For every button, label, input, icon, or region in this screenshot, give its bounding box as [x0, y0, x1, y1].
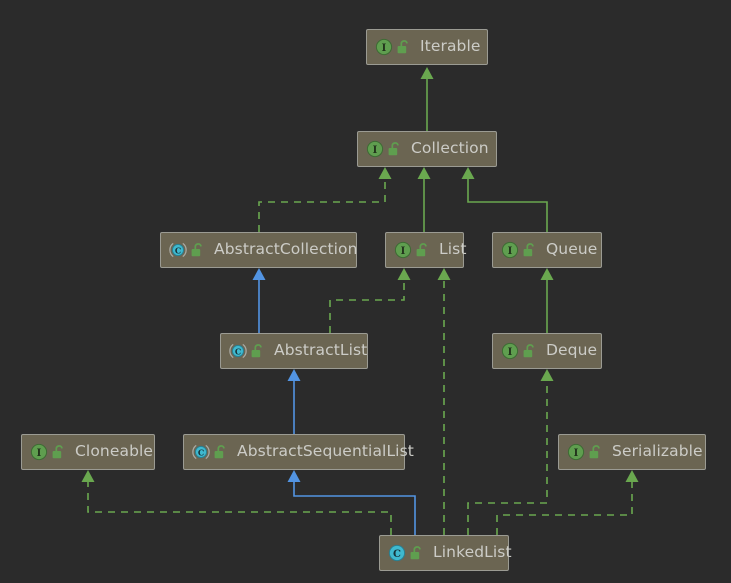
unlocked-padlock-icon	[250, 343, 265, 359]
node-queue[interactable]: I Queue	[492, 232, 602, 268]
svg-text:I: I	[37, 448, 42, 459]
arrowhead-list-collection	[417, 167, 431, 179]
svg-text:I: I	[401, 246, 406, 257]
arrowhead-linkedlist-list	[437, 268, 451, 280]
arrowhead-collection-iterable	[420, 67, 434, 79]
node-abstractsequentiallist[interactable]: C AbstractSequentialList	[183, 434, 414, 470]
arrowhead-deque-queue	[540, 268, 554, 280]
interface-icon: I	[366, 140, 384, 158]
arrowhead-linkedlist-serializable	[625, 470, 639, 482]
edge-abstractcollection-collection	[258, 179, 386, 232]
interface-icon: I	[567, 443, 585, 461]
unlocked-padlock-icon	[396, 39, 411, 55]
svg-text:I: I	[382, 43, 387, 54]
node-label: AbstractSequentialList	[237, 442, 414, 461]
arrowhead-asl-abstractlist	[287, 369, 301, 381]
arrowhead-abstractlist-abstractcollection	[252, 268, 266, 280]
interface-icon: I	[375, 38, 393, 56]
unlocked-padlock-icon	[387, 141, 402, 157]
node-collection[interactable]: I Collection	[357, 131, 497, 167]
node-label: Queue	[546, 240, 598, 259]
node-label: Collection	[411, 139, 489, 158]
svg-text:C: C	[393, 549, 401, 560]
node-iterable[interactable]: I Iterable	[366, 29, 488, 65]
unlocked-padlock-icon	[522, 242, 537, 258]
arrowhead-linkedlist-deque	[540, 369, 554, 381]
uml-diagram-canvas[interactable]: I Iterable I Collection C AbstractCollection I…	[0, 0, 731, 583]
node-abstractcollection[interactable]: C AbstractCollection	[160, 232, 357, 268]
unlocked-padlock-icon	[213, 444, 228, 460]
svg-text:C: C	[175, 246, 181, 256]
node-list[interactable]: I List	[385, 232, 467, 268]
class-icon: C	[388, 544, 406, 562]
arrowhead-linkedlist-cloneable	[81, 470, 95, 482]
node-label: Serializable	[612, 442, 703, 461]
unlocked-padlock-icon	[415, 242, 430, 258]
interface-icon: I	[501, 241, 519, 259]
unlocked-padlock-icon	[409, 545, 424, 561]
abstract-class-icon: C	[229, 342, 247, 360]
svg-text:C: C	[198, 448, 204, 458]
node-cloneable[interactable]: I Cloneable	[21, 434, 155, 470]
interface-icon: I	[30, 443, 48, 461]
edge-linkedlist-asl	[293, 482, 416, 535]
node-label: Deque	[546, 341, 598, 360]
abstract-class-icon: C	[169, 241, 187, 259]
node-label: Cloneable	[75, 442, 154, 461]
node-label: AbstractList	[274, 341, 368, 360]
unlocked-padlock-icon	[51, 444, 66, 460]
svg-text:C: C	[235, 347, 241, 357]
arrowhead-linkedlist-asl	[287, 470, 301, 482]
node-label: LinkedList	[433, 543, 512, 562]
interface-icon: I	[394, 241, 412, 259]
svg-text:I: I	[508, 347, 513, 358]
node-deque[interactable]: I Deque	[492, 333, 602, 369]
arrowhead-abstractcollection-collection	[378, 167, 392, 179]
unlocked-padlock-icon	[588, 444, 603, 460]
edge-linkedlist-cloneable	[87, 482, 392, 535]
node-serializable[interactable]: I Serializable	[558, 434, 706, 470]
svg-text:I: I	[508, 246, 513, 257]
node-label: List	[439, 240, 467, 259]
arrowhead-queue-collection	[461, 167, 475, 179]
arrowhead-abstractlist-list	[397, 268, 411, 280]
edge-layer	[81, 67, 639, 535]
unlocked-padlock-icon	[522, 343, 537, 359]
svg-text:I: I	[373, 145, 378, 156]
abstract-class-icon: C	[192, 443, 210, 461]
edge-linkedlist-serializable	[496, 482, 633, 535]
edge-linkedlist-deque	[467, 381, 548, 535]
edge-abstractlist-list	[329, 280, 405, 333]
edge-queue-collection	[467, 179, 548, 232]
node-abstractlist[interactable]: C AbstractList	[220, 333, 368, 369]
interface-icon: I	[501, 342, 519, 360]
unlocked-padlock-icon	[190, 242, 205, 258]
node-linkedlist[interactable]: C LinkedList	[379, 535, 512, 571]
node-label: AbstractCollection	[214, 240, 358, 259]
svg-text:I: I	[574, 448, 579, 459]
node-label: Iterable	[420, 37, 481, 56]
